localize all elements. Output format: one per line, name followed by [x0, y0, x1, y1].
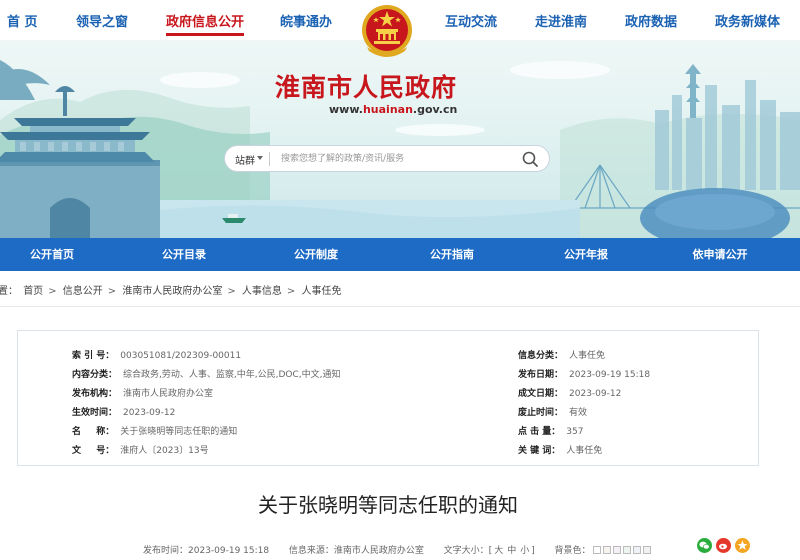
- info-label: 名 称：: [72, 427, 115, 437]
- nav-item-interaction[interactable]: 互动交流: [445, 11, 497, 30]
- info-publisher: 发布机构： 淮南市人民政府办公室: [72, 386, 213, 399]
- search-bar: 站群: [224, 145, 550, 172]
- breadcrumb-personnel-info[interactable]: 人事信息: [242, 286, 282, 297]
- breadcrumb: 位置： 首页 > 信息公开 > 淮南市人民政府办公室 > 人事信息 > 人事任免: [0, 282, 344, 297]
- info-content-category: 内容分类： 综合政务,劳动、人事、监察,中年,公民,DOC,中文,通知: [72, 367, 340, 380]
- info-value: 357: [566, 427, 584, 437]
- info-value: 淮府人〔2023〕13号: [120, 446, 209, 456]
- background-color-swatch[interactable]: [592, 546, 601, 554]
- info-label: 文 号：: [72, 446, 115, 456]
- background-color-swatch[interactable]: [642, 546, 651, 554]
- info-name: 名 称： 关于张晓明等同志任职的通知: [72, 424, 237, 437]
- nav-item-new-media[interactable]: 政务新媒体: [715, 11, 780, 30]
- background-color-swatch[interactable]: [612, 546, 621, 554]
- breadcrumb-prefix: 位置：: [0, 286, 18, 297]
- source: 淮南市人民政府办公室: [333, 546, 424, 556]
- info-value: 2023-09-12: [569, 389, 622, 399]
- menu-item-apply-disclosure[interactable]: 依申请公开: [668, 238, 772, 271]
- background-color-swatch[interactable]: [632, 546, 641, 554]
- nav-item-leaders[interactable]: 领导之窗: [76, 11, 128, 30]
- info-value: 2023-09-19 15:18: [569, 370, 651, 380]
- info-publish-date: 发布日期： 2023-09-19 15:18: [518, 367, 650, 380]
- info-value: 2023-09-12: [123, 408, 176, 418]
- info-document-number: 文 号： 淮府人〔2023〕13号: [72, 443, 209, 456]
- site-url-prefix: www.: [329, 103, 363, 116]
- menu-item-annual-report[interactable]: 公开年报: [534, 238, 638, 271]
- info-effective-date: 生效时间： 2023-09-12: [72, 405, 175, 418]
- search-divider: [269, 152, 270, 166]
- nav-item-gov-data[interactable]: 政府数据: [625, 11, 677, 30]
- info-value: 淮南市人民政府办公室: [123, 389, 214, 399]
- search-icon[interactable]: [521, 150, 539, 168]
- info-value: 综合政务,劳动、人事、监察,中年,公民,DOC,中文,通知: [123, 370, 341, 380]
- document-info-table: 索 引 号： 003051081/202309-00011 内容分类： 综合政务,劳…: [17, 330, 759, 466]
- info-value: 关于张晓明等同志任职的通知: [120, 427, 238, 437]
- info-value: 人事任免: [566, 446, 603, 456]
- info-label: 废止时间：: [518, 408, 564, 418]
- background-color-swatch[interactable]: [602, 546, 611, 554]
- breadcrumb-separator: >: [227, 286, 236, 297]
- info-label: 内容分类：: [72, 370, 118, 380]
- menu-item-disclosure-system[interactable]: 公开制度: [264, 238, 368, 271]
- font-size-medium[interactable]: 中: [507, 546, 516, 556]
- info-label: 点 击 量：: [518, 427, 561, 437]
- info-view-count: 点 击 量： 357: [518, 424, 583, 437]
- info-classification: 信息分类： 人事任免: [518, 348, 605, 361]
- info-value: 人事任免: [569, 351, 606, 361]
- info-keywords: 关 键 词： 人事任免: [518, 443, 602, 456]
- info-index-number: 索 引 号： 003051081/202309-00011: [72, 348, 241, 361]
- nav-item-services[interactable]: 皖事通办: [280, 11, 332, 30]
- article-title: 关于张晓明等同志任职的通知: [258, 493, 518, 517]
- breadcrumb-separator: >: [286, 286, 296, 297]
- info-label: 发布机构：: [72, 389, 118, 399]
- info-label: 生效时间：: [72, 408, 118, 418]
- site-url: www.huainan.gov.cn: [329, 103, 457, 116]
- publish-time: 2023-09-19 15:18: [188, 546, 270, 556]
- background-color-label: 背景色：: [554, 546, 591, 556]
- national-emblem-icon: [362, 5, 412, 57]
- publish-time-label: 发布时间：: [143, 546, 189, 556]
- breadcrumb-office[interactable]: 淮南市人民政府办公室: [122, 286, 222, 297]
- info-value: 003051081/202309-00011: [120, 351, 242, 361]
- breadcrumb-separator: >: [107, 286, 117, 297]
- article-meta: 发布时间：2023-09-19 15:18 信息来源：淮南市人民政府办公室 文字…: [143, 543, 651, 556]
- info-label: 信息分类：: [518, 351, 564, 361]
- font-size-small[interactable]: 小: [520, 546, 529, 556]
- breadcrumb-appointments[interactable]: 人事任免: [302, 286, 342, 297]
- nav-item-gov-info[interactable]: 政府信息公开: [166, 11, 245, 36]
- breadcrumb-separator: >: [48, 286, 57, 297]
- search-scope-select[interactable]: 站群: [235, 152, 255, 167]
- info-label: 索 引 号：: [72, 351, 115, 361]
- info-expiry: 废止时间： 有效: [518, 405, 587, 418]
- site-url-suffix: .gov.cn: [412, 103, 458, 116]
- font-size-label: 文字大小：: [443, 546, 489, 556]
- font-size-large[interactable]: 大: [494, 546, 503, 556]
- nav-item-about-city[interactable]: 走进淮南: [535, 11, 587, 30]
- info-disclosure-menu: 公开首页 公开目录 公开制度 公开指南 公开年报 依申请公开: [0, 238, 800, 271]
- menu-item-disclosure-catalog[interactable]: 公开目录: [132, 238, 236, 271]
- menu-item-disclosure-guide[interactable]: 公开指南: [400, 238, 504, 271]
- background-color-swatch[interactable]: [622, 546, 631, 554]
- wechat-share-icon[interactable]: [697, 538, 712, 553]
- info-label: 关 键 词：: [518, 446, 561, 456]
- divider: [0, 306, 800, 307]
- info-label: 成文日期：: [518, 389, 564, 399]
- info-value: 有效: [569, 408, 588, 418]
- weibo-share-icon[interactable]: [716, 538, 731, 553]
- breadcrumb-home[interactable]: 首页: [23, 286, 43, 297]
- site-url-highlight: huainan: [362, 103, 413, 116]
- info-label: 发布日期：: [518, 370, 564, 380]
- qzone-share-icon[interactable]: [735, 538, 750, 553]
- source-label: 信息来源：: [288, 546, 334, 556]
- nav-item-home[interactable]: 首 页: [7, 11, 38, 30]
- breadcrumb-info-disclosure[interactable]: 信息公开: [63, 286, 103, 297]
- chevron-down-icon[interactable]: [257, 156, 263, 160]
- background-color-swatches: [591, 546, 651, 556]
- info-written-date: 成文日期： 2023-09-12: [518, 386, 621, 399]
- search-input[interactable]: [281, 150, 511, 167]
- menu-item-disclosure-home[interactable]: 公开首页: [0, 238, 104, 271]
- site-title: 淮南市人民政府: [275, 73, 458, 102]
- header-banner: 淮南市人民政府 www.huainan.gov.cn 站群: [0, 40, 800, 238]
